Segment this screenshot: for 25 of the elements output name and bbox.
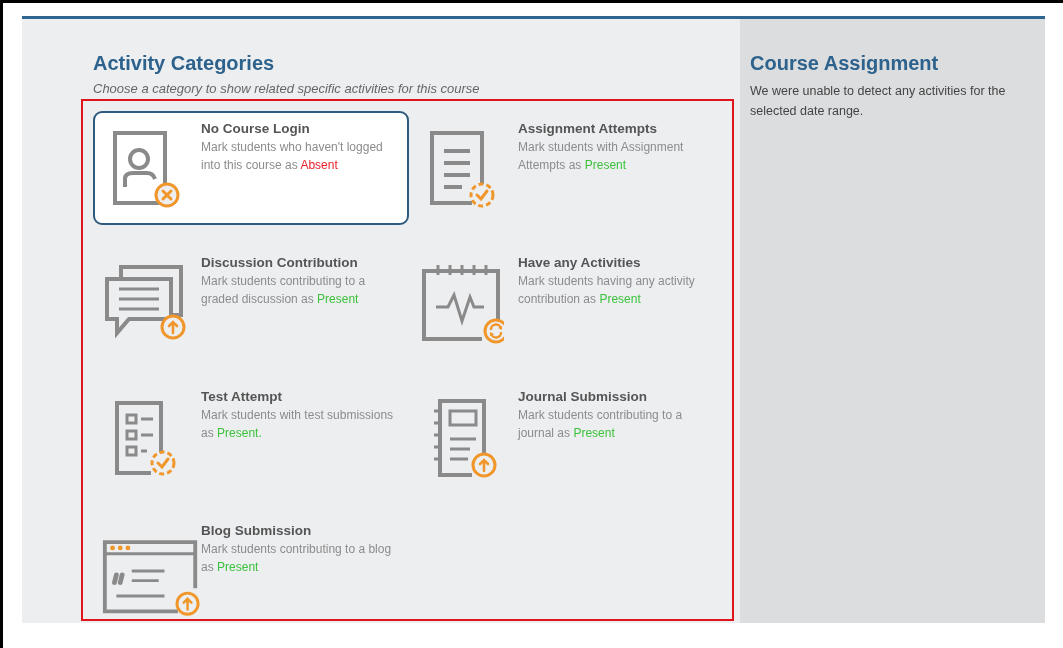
panel-title: Course Assignment [750,52,940,75]
empty-message: We were unable to detect any activities for the selected date range. [750,83,1007,120]
category-title: Blog Submission [201,523,313,538]
category-description: Mark students having any activity contribution as Present [518,273,696,308]
category-title: Have any Activities [518,255,642,270]
category-card[interactable]: Discussion Contribution Mark students contributing to a graded discussion as Present [93,245,409,359]
category-description: Mark students who haven't logged into this course as Absent [201,139,384,174]
category-card[interactable]: No Course Login Mark students who haven't logged into this course as Absent [93,111,409,225]
category-description: Mark students contributing to a journal as Present [518,407,684,442]
category-card[interactable]: Blog Submission Mark students contributing to a blog as Present [93,513,409,627]
category-description: Mark students contributing to a blog as Present [201,541,393,576]
category-description: Mark students with Assignment Attempts as Present [518,139,685,174]
category-title: Discussion Contribution [201,255,359,270]
category-card[interactable]: Journal Submission Mark students contributing to a journal as Present [410,379,726,493]
section-subtitle: Choose a category to show related specific activities for this course [93,81,481,96]
section-title: Activity Categories [93,52,276,75]
category-title: Assignment Attempts [518,121,658,136]
category-title: Test Attempt [201,389,283,404]
category-card[interactable]: Assignment Attempts Mark students with Assignment Attempts as Present [410,111,726,225]
category-description: Mark students contributing to a graded discussion as Present [201,273,367,308]
category-card[interactable]: Have any Activities Mark students having any activity contribution as Present [410,245,726,359]
category-description: Mark students with test submissions as Present. [201,407,395,442]
category-title: No Course Login [201,121,311,136]
category-title: Journal Submission [518,389,649,404]
category-card[interactable]: Test Attempt Mark students with test submissions as Present. [93,379,409,493]
